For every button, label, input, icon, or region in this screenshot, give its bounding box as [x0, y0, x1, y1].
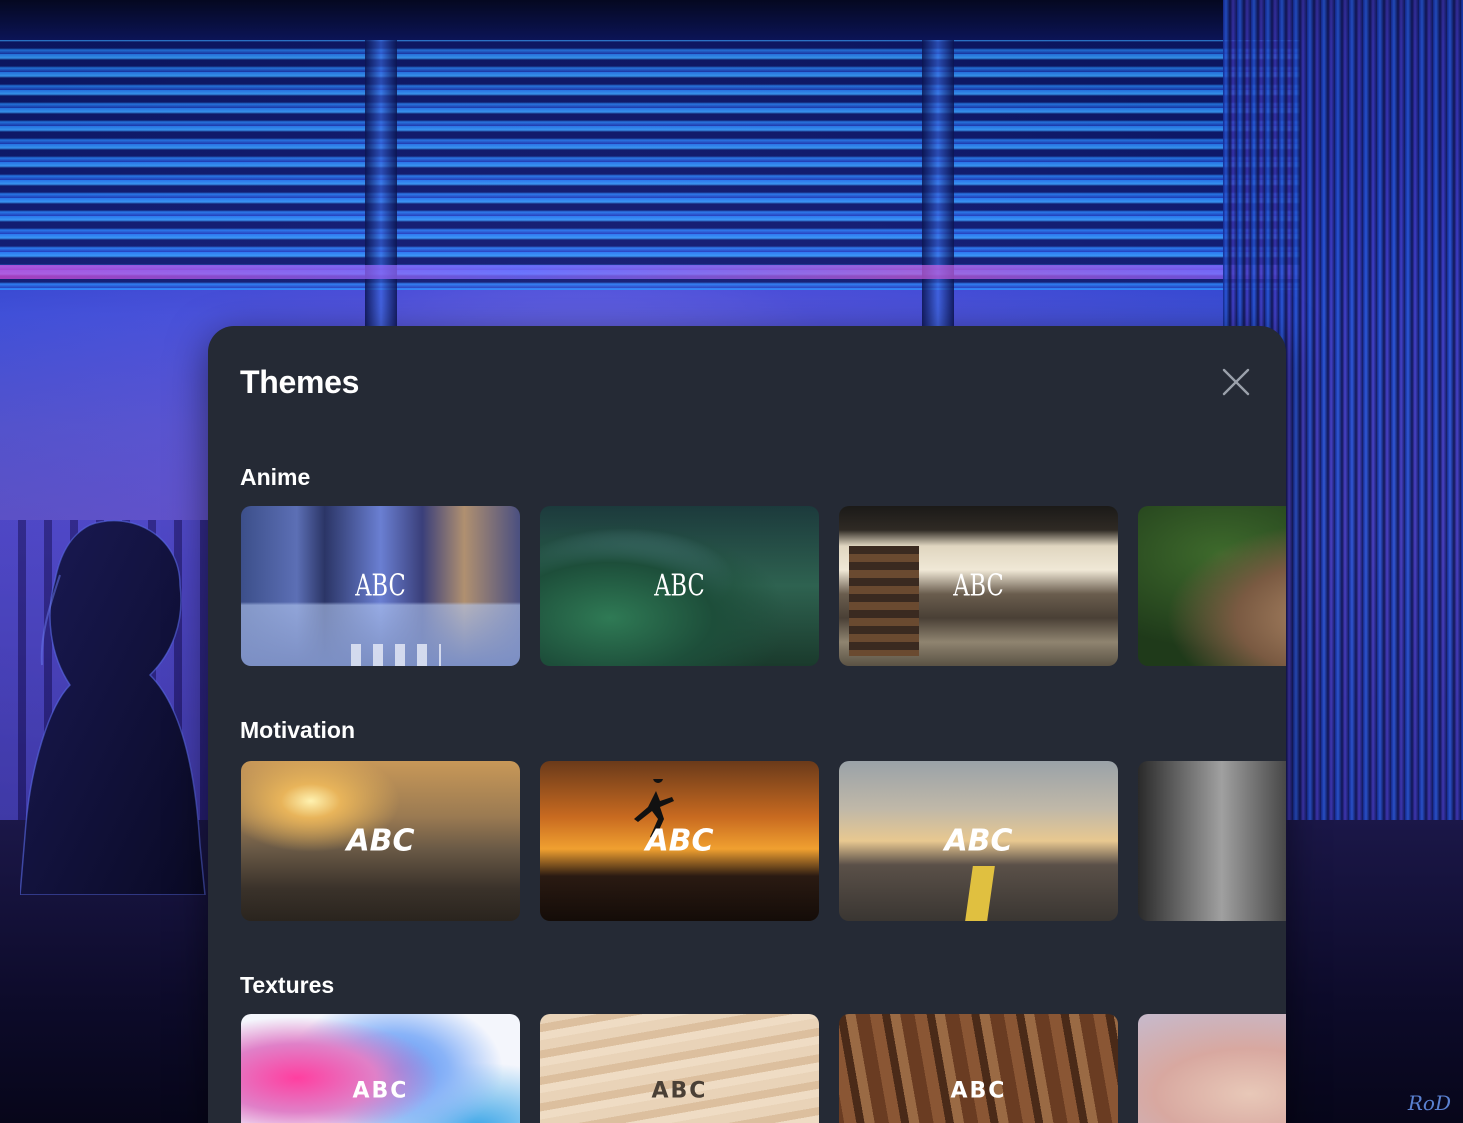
theme-card[interactable]: ABC [241, 1014, 520, 1123]
theme-row-textures: ABC ABC ABC AB [241, 1014, 1286, 1123]
section-title-motivation: Motivation [240, 717, 355, 743]
theme-card[interactable]: ABC [839, 1014, 1118, 1123]
theme-sample-text: ABC [651, 1078, 708, 1104]
girl-silhouette [20, 520, 206, 895]
theme-card[interactable]: ABC [540, 506, 819, 666]
window-frame [922, 40, 954, 330]
theme-row-motivation: ABC ABC ABC AB [241, 761, 1286, 921]
theme-sample-text: ABC [950, 1078, 1007, 1104]
theme-sample-text: ABC [352, 1078, 409, 1104]
section-title-textures: Textures [240, 972, 335, 998]
theme-row-anime: ABC ABC ABC AB [241, 506, 1286, 666]
close-button[interactable] [1220, 366, 1252, 398]
theme-card[interactable]: ABC [540, 761, 819, 921]
theme-sample-text: ABC [355, 568, 406, 604]
theme-sample-text: AB [1138, 1078, 1286, 1103]
theme-card[interactable]: AB [1138, 761, 1286, 921]
theme-sample-text: AB [1174, 569, 1286, 604]
theme-card[interactable]: ABC [241, 506, 520, 666]
window-blinds [0, 0, 1300, 290]
theme-card[interactable]: ABC [839, 761, 1118, 921]
window-frame [365, 40, 397, 330]
theme-sample-text: ABC [953, 568, 1004, 604]
theme-sample-text: ABC [645, 823, 714, 859]
theme-card[interactable]: ABC [241, 761, 520, 921]
themes-modal: Themes Anime ABC ABC ABC AB Motivation A… [208, 326, 1286, 1123]
modal-title: Themes [240, 364, 360, 400]
theme-sample-text: ABC [944, 823, 1013, 859]
section-title-anime: Anime [240, 464, 311, 490]
close-icon [1222, 368, 1250, 396]
theme-card[interactable]: ABC [540, 1014, 819, 1123]
theme-sample-text: ABC [346, 823, 415, 859]
theme-card[interactable]: AB [1138, 506, 1286, 666]
theme-card[interactable]: ABC [839, 506, 1118, 666]
theme-sample-text: ABC [654, 568, 705, 604]
theme-card[interactable]: AB [1138, 1014, 1286, 1123]
theme-sample-text: AB [1138, 824, 1286, 859]
window-sill-glow [0, 265, 1300, 279]
artist-signature: RoD [1407, 1091, 1451, 1115]
